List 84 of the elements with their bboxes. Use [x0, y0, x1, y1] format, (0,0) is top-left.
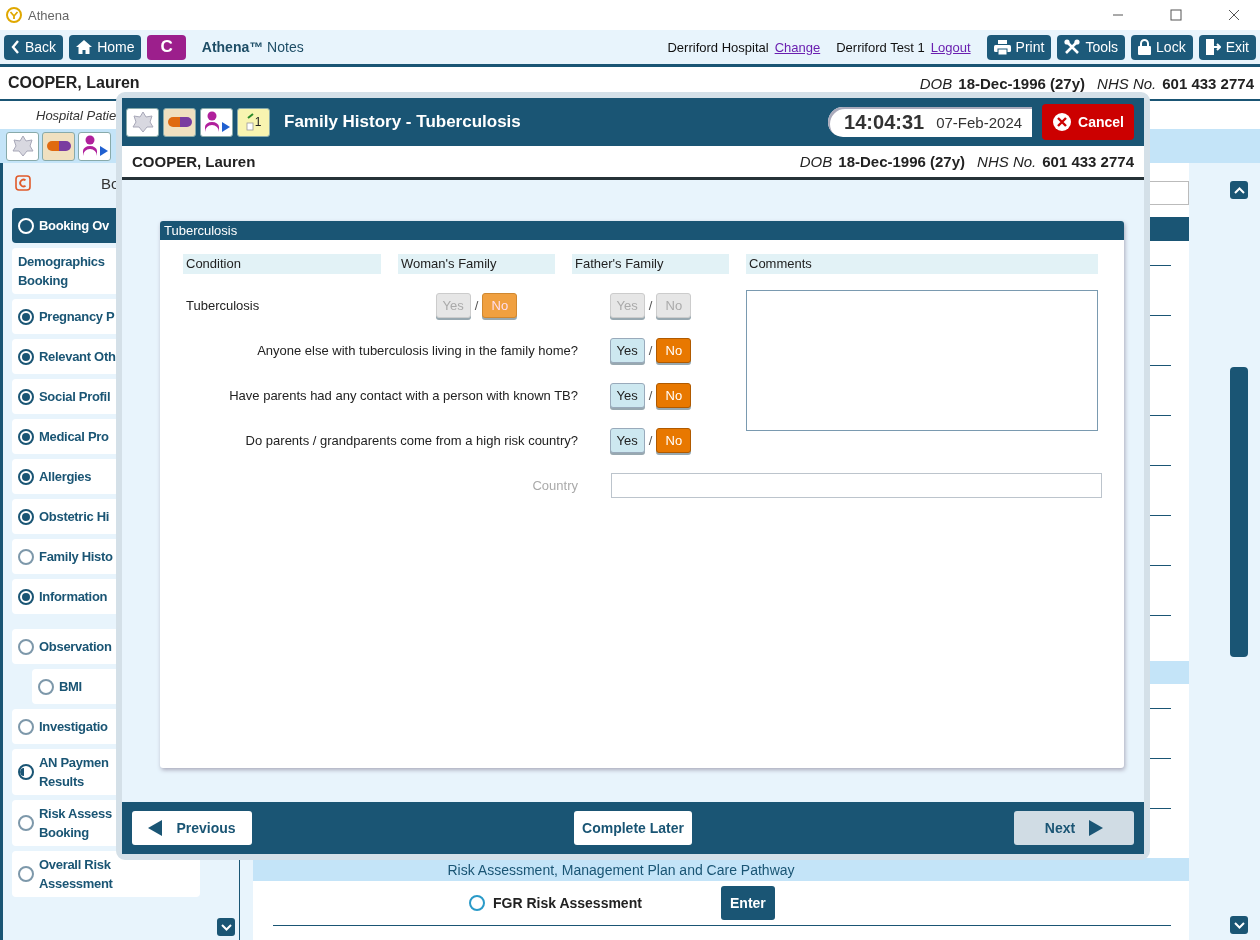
tools-button[interactable]: Tools [1057, 34, 1126, 60]
c-icon [15, 175, 31, 191]
card-title: Tuberculosis [160, 221, 1124, 240]
patient-name: COOPER, Lauren [132, 153, 256, 170]
separator-text: / [648, 388, 653, 403]
patient-name: COOPER, Lauren [8, 74, 140, 92]
nhs-label: NHS No. [1097, 74, 1157, 92]
chevron-down-icon [220, 923, 232, 931]
scroll-down-button[interactable] [1230, 916, 1248, 934]
person-arrow-icon [202, 110, 231, 134]
column-header: Woman's Family [398, 254, 555, 274]
enter-button[interactable]: Enter [721, 886, 775, 920]
person-tool-button[interactable] [200, 107, 233, 137]
print-button[interactable]: Print [986, 34, 1052, 60]
yes-toggle[interactable]: Yes [609, 383, 645, 408]
flower-tool-button[interactable] [126, 107, 159, 137]
close-circle-icon [1052, 112, 1073, 132]
column-header: Comments [746, 254, 1098, 274]
user-name: Derriford Test 1 [836, 39, 925, 55]
dob-label: DOB [799, 153, 833, 170]
note-mark-icon [245, 112, 254, 132]
flower-icon [130, 111, 155, 133]
home-button[interactable]: Home [69, 34, 142, 60]
dob-label: DOB [919, 74, 953, 92]
assessment-label: FGR Risk Assessment [493, 895, 643, 911]
previous-button[interactable]: Previous [132, 811, 252, 845]
lock-button[interactable]: Lock [1131, 34, 1193, 60]
flower-icon [10, 135, 35, 157]
later-button[interactable]: Complete Later [574, 811, 692, 845]
scroll-down-button[interactable] [217, 918, 235, 936]
app-logo-icon [6, 7, 22, 23]
dialog-title: Family History - Tuberculosis [284, 112, 521, 132]
chevron-down-icon [1233, 921, 1245, 929]
exit-button[interactable]: Exit [1198, 34, 1256, 60]
nhs-label: NHS No. [977, 153, 1037, 170]
sidebar-item[interactable]: Overall Risk Assessment [12, 851, 200, 897]
app-name: Athena™ Notes [201, 39, 304, 55]
change-link[interactable]: Change [774, 39, 821, 55]
comments-field[interactable] [746, 290, 1098, 431]
medication-tool-button[interactable] [163, 107, 196, 137]
chevron-up-icon [1233, 186, 1245, 194]
person-arrow-icon [80, 134, 109, 158]
country-label: Country [531, 478, 578, 493]
tools-icon [1064, 39, 1081, 55]
lock-icon [1138, 39, 1152, 55]
home-icon [76, 40, 93, 54]
logout-link[interactable]: Logout [930, 39, 971, 55]
question-text: Do parents / grandparents come from a high risk country? [244, 433, 578, 448]
question-text: Have parents had any contact with a person with known TB? [228, 388, 578, 403]
chevron-left-icon [11, 40, 20, 54]
yes-toggle[interactable]: Yes [609, 338, 645, 363]
column-header: Father's Family [572, 254, 729, 274]
question-text: Anyone else with tuberculosis living in the family home? [256, 343, 578, 358]
separator-text: / [648, 297, 653, 313]
dob-value: 18-Dec-1996 (27y) [838, 153, 966, 170]
clinical-button[interactable]: C [147, 34, 186, 60]
scrollbar-thumb[interactable] [1230, 367, 1248, 657]
nhs-number: 601 433 2774 [1042, 153, 1134, 170]
back-button[interactable]: Back [4, 34, 64, 60]
yes-toggle[interactable]: Yes [609, 428, 645, 453]
hospital-name: Derriford Hospital [667, 39, 769, 55]
subheader-text: Hospital Patie [36, 107, 117, 123]
cancel-button[interactable]: Cancel [1042, 104, 1134, 140]
separator-text: / [648, 433, 653, 448]
pill-icon [45, 140, 72, 152]
triangle-left-icon [148, 820, 163, 836]
medication-tool-button[interactable] [42, 131, 75, 161]
dob-value: 18-Dec-1996 (27y) [958, 74, 1086, 92]
nhs-number: 601 433 2774 [1162, 74, 1254, 92]
separator-text: / [648, 343, 653, 358]
clock-display: 14:04:31 07-Feb-2024 [828, 107, 1033, 137]
column-header: Condition [183, 254, 381, 274]
separator-text: / [474, 297, 479, 313]
scroll-up-button[interactable] [1230, 181, 1248, 199]
printer-icon [993, 39, 1011, 55]
section-heading: Risk Assessment, Management Plan and Care Pathway [253, 858, 1189, 881]
window-title: Athena [28, 7, 70, 23]
maximize-icon[interactable] [1170, 9, 1182, 21]
triangle-right-icon [1089, 820, 1104, 836]
pill-icon [166, 116, 193, 128]
person-tool-button[interactable] [78, 131, 111, 161]
exit-door-icon [1205, 39, 1221, 55]
close-icon[interactable] [1228, 9, 1240, 21]
calendar-tool-button[interactable]: 1 [237, 107, 270, 137]
